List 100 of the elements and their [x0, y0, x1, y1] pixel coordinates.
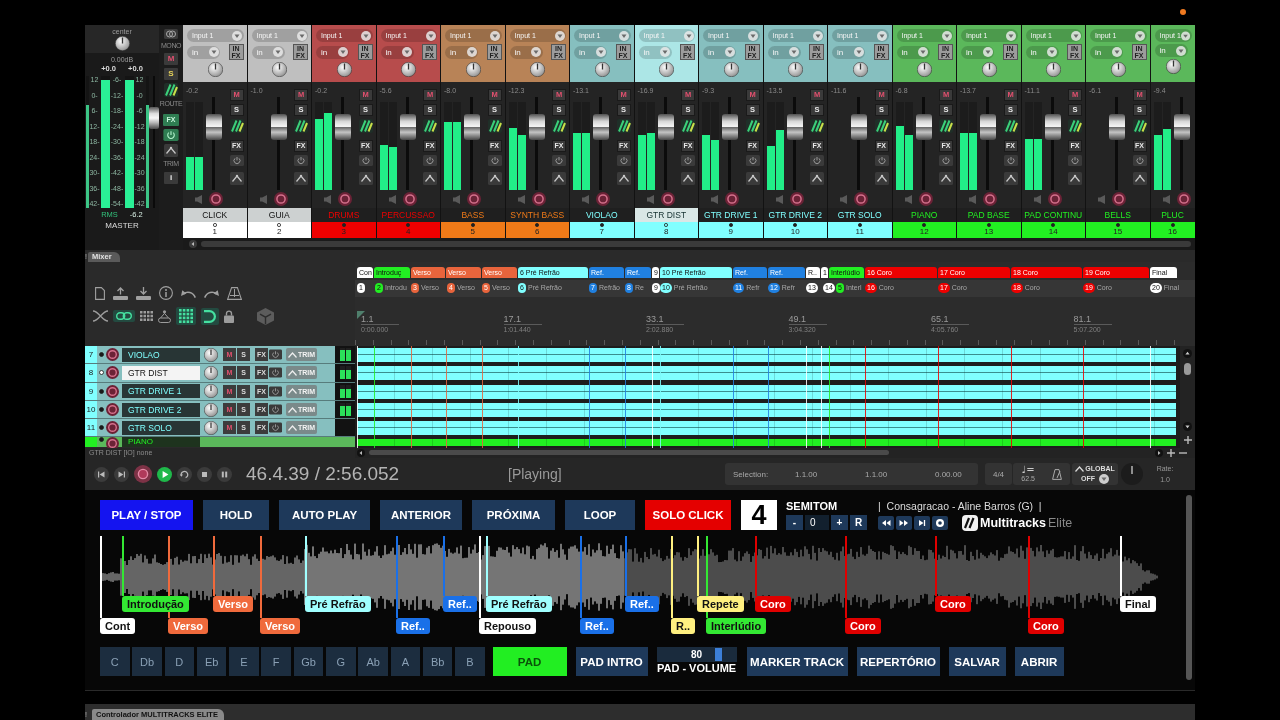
track-name[interactable]: PAD BASE: [957, 208, 1021, 222]
upload-icon[interactable]: [113, 286, 128, 300]
pan-knob[interactable]: [336, 62, 352, 77]
mono-icon[interactable]: [164, 29, 178, 39]
pan-knob[interactable]: [594, 62, 610, 77]
key-button[interactable]: C: [100, 647, 130, 676]
track-name[interactable]: GTR SOLO: [122, 420, 200, 435]
cue-label[interactable]: R..: [671, 618, 696, 634]
route-icon[interactable]: [874, 119, 889, 133]
semitone-reset-button[interactable]: R: [850, 515, 867, 530]
track-name[interactable]: PERCUSSAO: [376, 208, 440, 222]
grid-icon[interactable]: [140, 311, 153, 321]
cue-label[interactable]: Repouso: [479, 618, 537, 634]
control-button[interactable]: HOLD: [203, 500, 269, 530]
grid-icon[interactable]: [176, 307, 196, 325]
record-arm-icon[interactable]: [338, 192, 352, 206]
record-arm-icon[interactable]: [209, 192, 223, 206]
info-button[interactable]: i: [164, 172, 178, 184]
record-arm-icon[interactable]: [106, 366, 119, 380]
volume-knob[interactable]: [204, 365, 218, 380]
fader-knob[interactable]: [399, 114, 416, 141]
track-name[interactable]: GTR DIST: [634, 208, 698, 222]
record-arm-icon[interactable]: [273, 192, 288, 206]
envelope-icon[interactable]: [294, 172, 308, 185]
route-icon[interactable]: [616, 119, 631, 133]
file-icon[interactable]: [95, 286, 105, 300]
cue-label[interactable]: Repete: [697, 596, 744, 612]
fader-knob[interactable]: [851, 114, 867, 141]
record-arm-icon[interactable]: [1112, 192, 1126, 206]
route-icon[interactable]: [229, 119, 244, 133]
cue-label[interactable]: Coro: [1028, 618, 1064, 634]
envelope-icon[interactable]: [1132, 172, 1147, 185]
pan-knob[interactable]: [852, 62, 868, 77]
envelope-icon[interactable]: [229, 172, 244, 185]
action-button[interactable]: MARKER TRACK: [746, 647, 848, 676]
envelope-icon[interactable]: [423, 172, 437, 185]
volume-knob[interactable]: [204, 420, 218, 435]
track-name[interactable]: GUIA: [247, 208, 311, 222]
control-button[interactable]: SOLO CLICK: [645, 500, 731, 530]
envelope-icon[interactable]: [1003, 172, 1018, 185]
power-icon[interactable]: [1068, 155, 1082, 166]
track-name[interactable]: PLUC: [1150, 208, 1195, 222]
route-icon[interactable]: [552, 119, 566, 133]
time-signature[interactable]: 4/4: [985, 463, 1012, 485]
power-icon[interactable]: [1003, 155, 1018, 166]
record-arm-icon[interactable]: [660, 192, 675, 206]
pan-knob[interactable]: [465, 62, 481, 77]
cue-label[interactable]: Ref..: [396, 618, 430, 634]
envelope-icon[interactable]: [810, 172, 824, 185]
metronome-icon[interactable]: [227, 286, 242, 300]
zoom-in-icon[interactable]: [1183, 436, 1192, 444]
audio-clip[interactable]: [357, 348, 1176, 362]
info-icon[interactable]: [159, 286, 173, 300]
pan-knob[interactable]: [723, 62, 739, 77]
audio-clip[interactable]: [357, 421, 1176, 436]
scroll-right-icon[interactable]: [1155, 448, 1163, 457]
power-icon[interactable]: [358, 155, 373, 166]
fader-knob[interactable]: [980, 114, 996, 141]
pan-knob[interactable]: [530, 62, 546, 77]
track-name[interactable]: PIANO: [892, 208, 956, 222]
envelope-icon[interactable]: [1068, 172, 1082, 185]
envelope-icon[interactable]: [616, 172, 631, 185]
control-button[interactable]: AUTO PLAY: [279, 500, 370, 530]
stop-icon[interactable]: [197, 466, 212, 482]
cue-label[interactable]: Cont: [100, 618, 136, 634]
record-arm-icon[interactable]: [106, 421, 119, 435]
track-name[interactable]: SYNTH BASS: [505, 208, 569, 222]
link-icon[interactable]: [113, 310, 135, 322]
record-arm-icon[interactable]: [983, 192, 997, 206]
audio-clip[interactable]: [357, 366, 1176, 381]
volume-knob[interactable]: [204, 347, 218, 362]
cue-label[interactable]: Introdução: [122, 596, 189, 612]
record-icon[interactable]: [134, 465, 152, 483]
cue-label[interactable]: Verso: [260, 618, 300, 634]
download-icon[interactable]: [136, 286, 151, 300]
route-icon[interactable]: [294, 119, 308, 133]
record-arm-icon[interactable]: [725, 192, 739, 206]
power-icon[interactable]: [269, 348, 282, 362]
monitor-dropdown[interactable]: in: [380, 45, 414, 59]
semitone-down-button[interactable]: -: [786, 515, 803, 530]
pad-button[interactable]: PAD: [492, 647, 567, 676]
cue-label[interactable]: Coro: [845, 618, 881, 634]
scrollbar-thumb[interactable]: [1186, 495, 1192, 680]
fader-knob[interactable]: [148, 106, 159, 129]
pan-knob[interactable]: [1110, 62, 1126, 77]
record-arm-icon[interactable]: [1047, 192, 1062, 206]
pan-knob[interactable]: [401, 62, 417, 77]
scrollbar-thumb[interactable]: [369, 450, 889, 456]
envelope-icon[interactable]: [681, 172, 695, 185]
fader-knob[interactable]: [1173, 114, 1190, 141]
fader-knob[interactable]: [1109, 114, 1125, 141]
cue-label[interactable]: Pré Refrão: [305, 596, 371, 612]
monitor-dropdown[interactable]: in: [1025, 45, 1059, 59]
pan-knob[interactable]: [981, 62, 997, 77]
power-icon[interactable]: [269, 366, 282, 380]
scrollbar-thumb[interactable]: [201, 241, 1191, 247]
pan-knob[interactable]: [1046, 62, 1062, 77]
key-button[interactable]: Ab: [358, 647, 388, 676]
redo-icon[interactable]: [204, 288, 219, 298]
key-button[interactable]: E: [229, 647, 259, 676]
